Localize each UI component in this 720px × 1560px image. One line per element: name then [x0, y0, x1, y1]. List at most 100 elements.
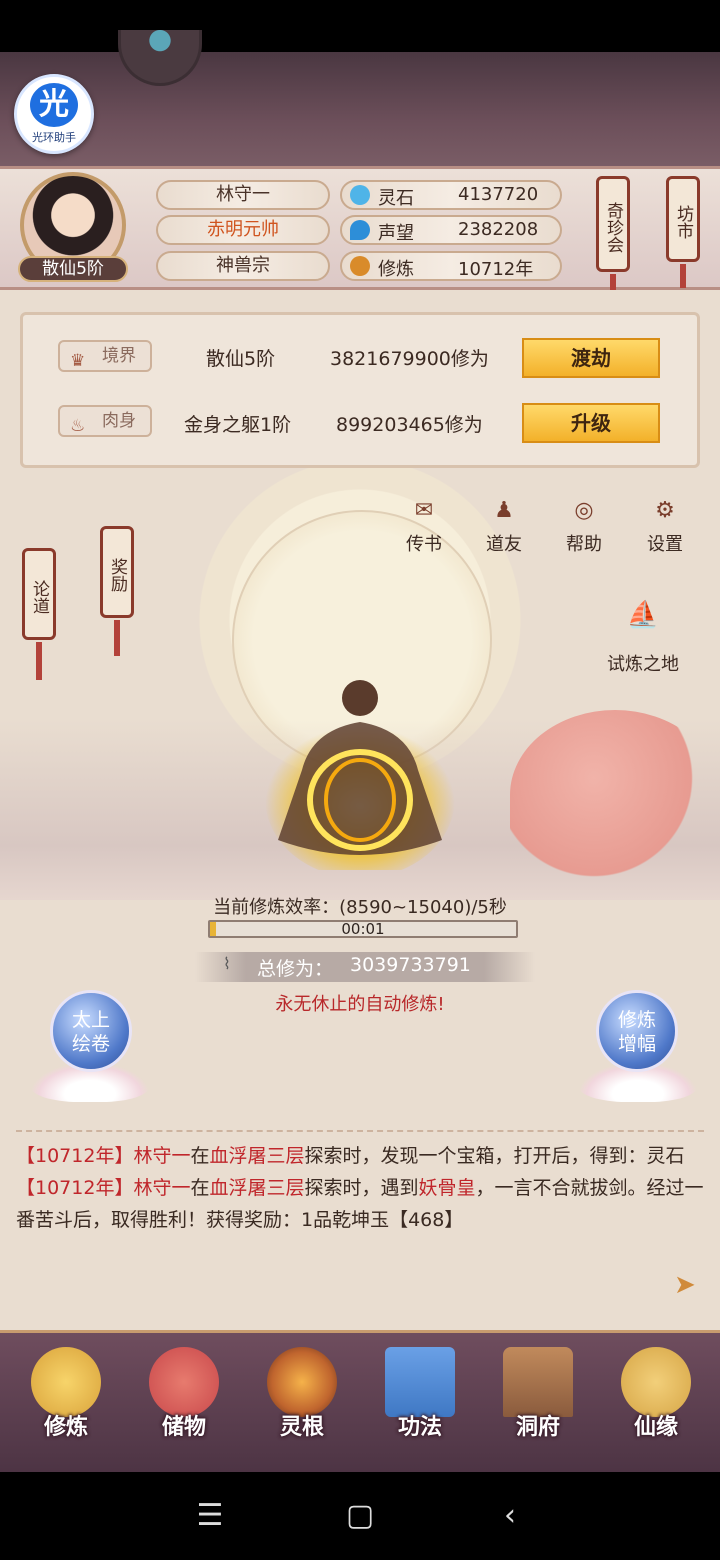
cultivator-icon [31, 1347, 101, 1417]
log-text: 探索时，遇到 [304, 1177, 419, 1199]
log-entry: 【10712年】林守一在血浮屠三层探索时，发现一个宝箱，打开后，得到：灵石 [16, 1140, 704, 1172]
supreme-scroll-button[interactable]: 太上 绘卷 [50, 990, 132, 1072]
log-place: 血浮屠三层 [209, 1145, 305, 1167]
realm-tag: ♛ 境界 [58, 340, 152, 372]
stat-value: 10712年 [458, 259, 534, 280]
mail-label: 传书 [406, 534, 442, 555]
player-title: 赤明元帅 [156, 215, 330, 245]
nav-label: 灵根 [279, 1415, 324, 1440]
nav-cultivate[interactable]: 修炼 [18, 1343, 114, 1459]
log-text: 探索时，发现一个宝箱，打开后，得到：灵石 [304, 1145, 685, 1167]
stat-reputation: 声望 2382208 [340, 215, 562, 245]
meditation-icon [350, 256, 370, 276]
nav-fate[interactable]: 仙缘 [608, 1343, 704, 1459]
progress-timer: 00:01 [341, 920, 385, 938]
swirl-icon: ⌇ [223, 954, 231, 973]
log-enemy: 妖骨皇 [418, 1177, 476, 1199]
nav-label: 修炼 [43, 1415, 88, 1440]
log-player-name: 林守一 [133, 1177, 191, 1199]
spirit-root-icon [267, 1347, 337, 1417]
log-expand-arrow-icon[interactable]: ➤ [674, 1270, 696, 1300]
help-button[interactable]: ◎ 帮助 [549, 484, 619, 555]
log-text: 在 [190, 1145, 210, 1167]
friends-button[interactable]: ♟ 道友 [469, 484, 539, 555]
market-scroll[interactable]: 坊市 [666, 176, 700, 262]
upgrade-body-button[interactable]: 升级 [522, 403, 660, 443]
realm-tag-label: 境界 [102, 346, 136, 366]
settings-button[interactable]: ⚙ 设置 [630, 484, 700, 555]
tribulation-button[interactable]: 渡劫 [522, 338, 660, 378]
flame-icon: ♨ [70, 416, 86, 436]
trial-ground-label: 试炼之地 [607, 654, 679, 675]
nav-label: 储物 [161, 1415, 206, 1440]
stat-label: 声望 [378, 223, 414, 244]
total-label: 总修为： [257, 958, 334, 980]
event-log[interactable]: 【10712年】林守一在血浮屠三层探索时，发现一个宝箱，打开后，得到：灵石 【1… [16, 1130, 704, 1310]
gourd-icon [621, 1347, 691, 1417]
nav-label: 仙缘 [633, 1415, 678, 1440]
stat-value: 2382208 [458, 219, 539, 240]
log-place: 血浮屠三层 [209, 1177, 305, 1199]
player-rank-badge: 散仙5阶 [18, 256, 128, 282]
auto-cultivation-message: 永无休止的自动修炼! [275, 994, 445, 1015]
log-text: 在 [190, 1177, 210, 1199]
stat-spirit-stone: 灵石 4137720 [340, 180, 562, 210]
nav-cave-dwelling[interactable]: 洞府 [490, 1343, 586, 1459]
realm-panel [20, 312, 700, 468]
top-banner [0, 52, 720, 167]
nav-label: 洞府 [515, 1415, 560, 1440]
body-tag: ♨ 肉身 [58, 405, 152, 437]
tassel [36, 642, 42, 680]
nav-label: 功法 [397, 1415, 442, 1440]
trial-ground-button[interactable]: ⛵ 试炼之地 [598, 588, 688, 675]
treasure-fair-scroll[interactable]: 奇珍会 [596, 176, 630, 272]
helper-app-button[interactable]: 光 光环助手 [14, 74, 94, 154]
body-level: 金身之躯1阶 [184, 414, 292, 436]
pavilion-icon [503, 1347, 573, 1417]
nav-spirit-root[interactable]: 灵根 [254, 1343, 350, 1459]
crown-icon: ♛ [70, 351, 86, 371]
reputation-icon [350, 220, 370, 240]
status-bar [0, 0, 720, 52]
spirit-stone-icon [350, 185, 370, 205]
stat-label: 修炼 [378, 259, 414, 280]
cultivation-boost-button[interactable]: 修炼 增幅 [596, 990, 678, 1072]
bottom-nav: 修炼 储物 灵根 功法 洞府 仙缘 [0, 1330, 720, 1472]
blossom-tree [510, 710, 720, 880]
body-tag-label: 肉身 [102, 411, 136, 431]
reward-scroll[interactable]: 奖励 [100, 526, 134, 618]
helper-logo-icon: 光 [30, 83, 78, 127]
total-cultivation-bar: ⌇ 总修为： 3039733791 [195, 952, 535, 982]
total-value: 3039733791 [350, 954, 471, 976]
efficiency-text: 当前修炼效率：(8590~15040)/5秒 [213, 897, 507, 918]
book-icon [385, 1347, 455, 1417]
log-player-name: 林守一 [133, 1145, 191, 1167]
nav-techniques[interactable]: 功法 [372, 1343, 468, 1459]
help-label: 帮助 [566, 534, 602, 555]
discuss-dao-scroll[interactable]: 论道 [22, 548, 56, 640]
cultivation-progress-bar: 00:01 [208, 920, 518, 938]
player-sect: 神兽宗 [156, 251, 330, 281]
mail-button[interactable]: ✉ 传书 [389, 484, 459, 555]
pouch-icon [149, 1347, 219, 1417]
system-nav-bar: ☰ ▢ ‹ [0, 1472, 720, 1560]
stat-cultivation: 修炼 10712年 [340, 251, 562, 281]
home-icon[interactable]: ▢ [330, 1486, 390, 1546]
realm-xp: 3821679900修为 [330, 348, 489, 370]
nav-storage[interactable]: 储物 [136, 1343, 232, 1459]
boat-icon: ⛵ [626, 600, 660, 630]
realm-level: 散仙5阶 [206, 348, 276, 370]
stat-value: 4137720 [458, 184, 539, 205]
stat-label: 灵石 [378, 188, 414, 209]
menu-icon[interactable]: ☰ [180, 1486, 240, 1546]
meditating-cultivator [265, 680, 455, 870]
body-xp: 899203465修为 [336, 414, 483, 436]
tassel [114, 620, 120, 656]
friends-label: 道友 [486, 534, 522, 555]
log-year: 【10712年】 [16, 1145, 134, 1167]
log-year: 【10712年】 [16, 1177, 134, 1199]
player-name: 林守一 [156, 180, 330, 210]
tassel [680, 264, 686, 288]
back-icon[interactable]: ‹ [480, 1486, 540, 1546]
settings-label: 设置 [647, 534, 683, 555]
